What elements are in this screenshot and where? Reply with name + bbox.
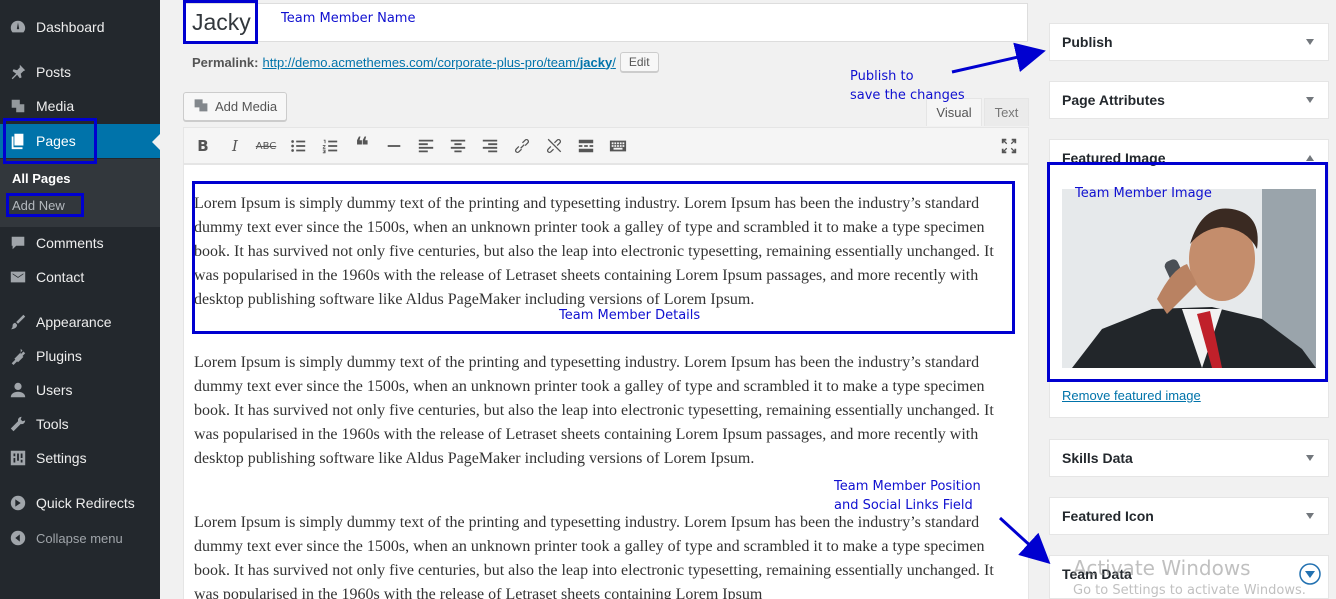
menu-item-tools[interactable]: Tools <box>0 407 160 441</box>
toggle-arrow-icon[interactable] <box>1306 513 1314 519</box>
horizontal-line-icon[interactable] <box>384 136 404 156</box>
admin-sidebar: Dashboard Posts Media Pages All Pages Ad… <box>0 0 160 599</box>
menu-item-users[interactable]: Users <box>0 373 160 407</box>
read-more-icon[interactable] <box>576 136 596 156</box>
align-center-icon[interactable] <box>448 136 468 156</box>
blockquote-icon[interactable]: ❝ <box>352 132 372 160</box>
watermark-line1: Activate Windows <box>1073 556 1251 580</box>
watermark-line2: Go to Settings to activate Windows. <box>1073 583 1306 598</box>
annotation-box-pages <box>3 118 97 164</box>
unlink-icon[interactable] <box>544 136 564 156</box>
menu-item-label: Appearance <box>36 314 112 330</box>
permalink-end: / <box>612 54 616 70</box>
collapse-menu-button[interactable]: Collapse menu <box>0 521 160 555</box>
menu-item-label: Settings <box>36 450 87 466</box>
menu-item-appearance[interactable]: Appearance <box>0 305 160 339</box>
media-icon <box>0 97 36 115</box>
align-right-icon[interactable] <box>480 136 500 156</box>
add-media-icon <box>193 97 209 116</box>
arrow-to-publish <box>951 42 1046 74</box>
toggle-arrow-icon[interactable] <box>1306 97 1314 103</box>
plugin-icon <box>0 347 36 365</box>
fullscreen-icon[interactable] <box>999 136 1019 156</box>
menu-item-plugins[interactable]: Plugins <box>0 339 160 373</box>
menu-item-settings[interactable]: Settings <box>0 441 160 475</box>
dashboard-icon <box>0 18 36 36</box>
menu-item-label: Contact <box>36 269 85 285</box>
permalink-slug: jacky <box>579 54 613 70</box>
publish-title: Publish <box>1062 34 1113 50</box>
toolbar-toggle-icon[interactable] <box>608 136 628 156</box>
menu-item-contact[interactable]: Contact <box>0 260 160 294</box>
annotation-team-member-image: Team Member Image <box>1075 186 1212 201</box>
remove-featured-image-link[interactable]: Remove featured image <box>1062 388 1201 403</box>
link-icon[interactable] <box>512 136 532 156</box>
toggle-arrow-icon[interactable] <box>1306 155 1314 161</box>
featured-icon-title: Featured Icon <box>1062 508 1154 524</box>
page-attributes-title: Page Attributes <box>1062 92 1165 108</box>
brush-icon <box>0 313 36 331</box>
edit-permalink-button[interactable]: Edit <box>619 52 659 72</box>
collapse-menu-label: Collapse menu <box>36 530 123 546</box>
page-attributes-metabox[interactable]: Page Attributes <box>1049 81 1329 119</box>
menu-item-comments[interactable]: Comments <box>0 226 160 260</box>
toggle-arrow-icon[interactable] <box>1306 455 1314 461</box>
mail-icon <box>0 268 36 286</box>
add-media-button[interactable]: Add Media <box>183 92 288 121</box>
annotation-position-line2: and Social Links Field <box>834 498 973 513</box>
menu-item-dashboard[interactable]: Dashboard <box>0 10 160 44</box>
menu-item-label: Tools <box>36 416 69 432</box>
permalink-base: http://demo.acmethemes.com/corporate-plu… <box>262 54 580 70</box>
menu-item-posts[interactable]: Posts <box>0 55 160 89</box>
menu-item-label: Users <box>36 382 73 398</box>
menu-item-label: Comments <box>36 235 104 251</box>
submenu-all-pages[interactable]: All Pages <box>12 171 71 186</box>
pin-icon <box>0 63 36 81</box>
content-paragraph: Lorem Ipsum is simply dummy text of the … <box>194 354 994 467</box>
permalink-link[interactable]: http://demo.acmethemes.com/corporate-plu… <box>262 55 615 70</box>
add-media-label: Add Media <box>215 99 278 114</box>
user-icon <box>0 381 36 399</box>
publish-metabox[interactable]: Publish <box>1049 23 1329 61</box>
permalink-row: Permalink: http://demo.acmethemes.com/co… <box>192 52 659 72</box>
settings-icon <box>0 449 36 467</box>
annotation-team-member-details: Team Member Details <box>559 308 701 323</box>
skills-data-metabox[interactable]: Skills Data <box>1049 439 1329 477</box>
content-paragraph: Lorem Ipsum is simply dummy text of the … <box>194 514 994 599</box>
numbered-list-icon[interactable] <box>320 136 340 156</box>
align-left-icon[interactable] <box>416 136 436 156</box>
bold-icon[interactable]: B <box>193 136 213 156</box>
skills-data-title: Skills Data <box>1062 450 1133 466</box>
menu-item-label: Dashboard <box>36 19 105 35</box>
featured-icon-metabox[interactable]: Featured Icon <box>1049 497 1329 535</box>
annotation-position-line1: Team Member Position <box>834 479 981 494</box>
menu-item-label: Posts <box>36 64 72 80</box>
permalink-label: Permalink: <box>192 54 259 70</box>
toggle-arrow-icon[interactable] <box>1306 39 1314 45</box>
tab-text[interactable]: Text <box>984 98 1029 126</box>
annotation-publish-line1: Publish to <box>850 69 914 84</box>
redirect-icon <box>0 494 36 512</box>
comment-icon <box>0 234 36 252</box>
annotation-team-member-name: Team Member Name <box>281 11 416 26</box>
italic-icon[interactable]: I <box>225 136 245 156</box>
menu-item-label: Quick Redirects <box>36 495 135 511</box>
menu-item-label: Media <box>36 98 75 114</box>
wrench-icon <box>0 415 36 433</box>
menu-item-label: Plugins <box>36 348 82 364</box>
bullet-list-icon[interactable] <box>288 136 308 156</box>
annotation-box-add-new <box>6 193 84 217</box>
strikethrough-icon[interactable]: ABC <box>256 136 277 156</box>
annotation-publish-line2: save the changes <box>850 88 965 103</box>
menu-item-quick-redirects[interactable]: Quick Redirects <box>0 486 160 520</box>
editor-toolbar: B I ABC ❝ <box>183 127 1029 164</box>
annotation-box-name <box>183 0 258 44</box>
collapse-icon <box>0 529 36 547</box>
